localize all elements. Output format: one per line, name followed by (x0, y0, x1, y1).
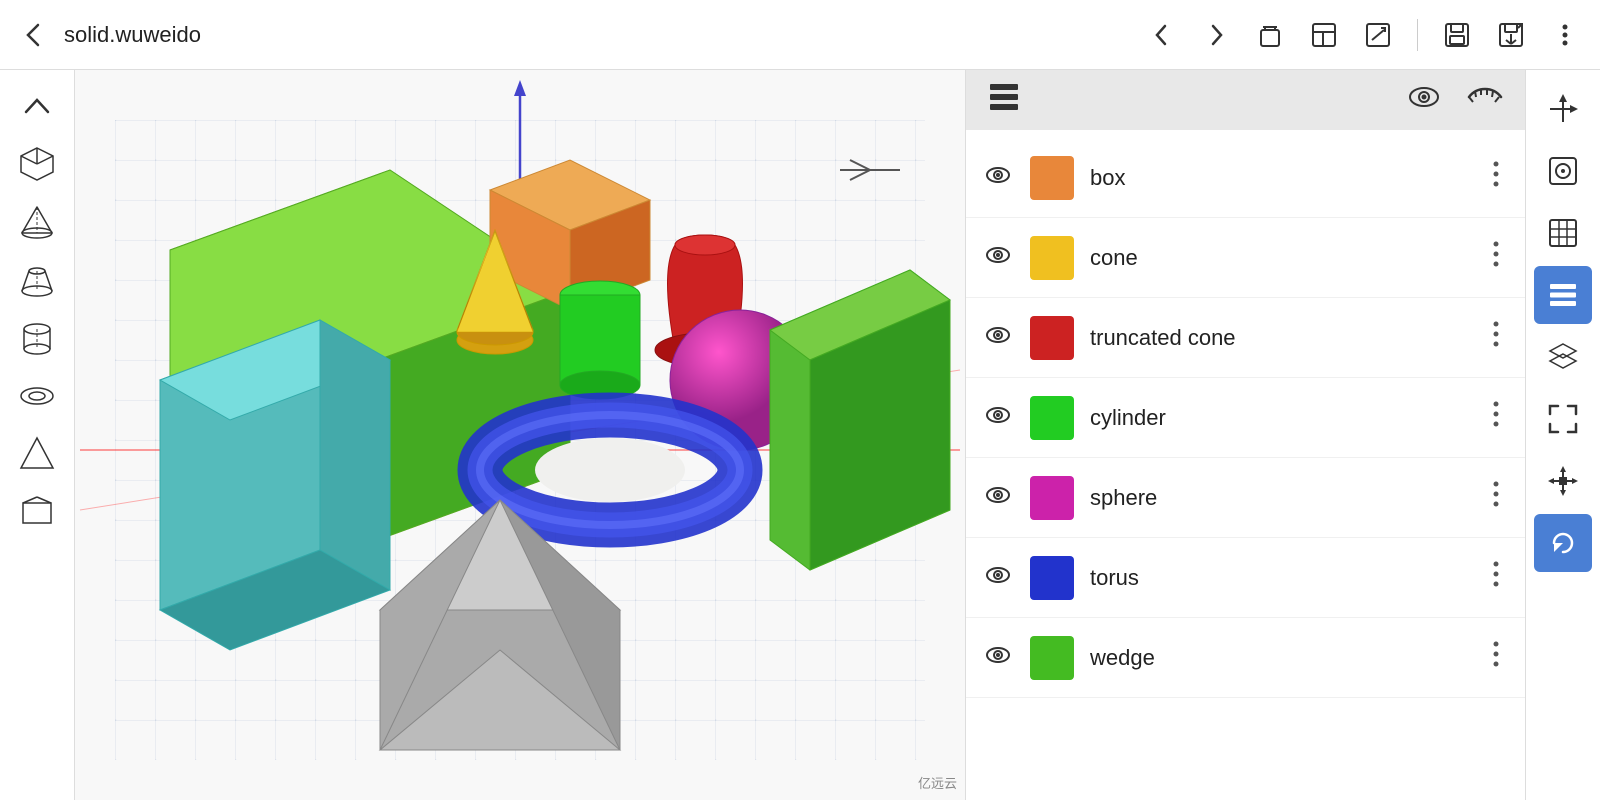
layer-color-swatch (1030, 636, 1074, 680)
layer-name-label: box (1090, 165, 1467, 191)
layer-color-swatch (1030, 316, 1074, 360)
collapse-tool[interactable] (11, 80, 63, 132)
panel-layers-icon (986, 79, 1022, 122)
layer-more-button[interactable] (1483, 474, 1509, 521)
layer-visibility-toggle[interactable] (982, 645, 1014, 671)
layer-color-swatch (1030, 556, 1074, 600)
torus-tool[interactable] (11, 370, 63, 422)
prism-tool[interactable] (11, 428, 63, 480)
frame-tool[interactable] (1534, 390, 1592, 448)
layer-visibility-toggle[interactable] (982, 165, 1014, 191)
layers-tool[interactable] (1534, 266, 1592, 324)
cylinder-tool[interactable] (11, 312, 63, 364)
layer-visibility-toggle[interactable] (982, 245, 1014, 271)
layer-item: cylinder (966, 378, 1525, 458)
truncated-cone-tool[interactable] (11, 254, 63, 306)
layer-more-button[interactable] (1483, 154, 1509, 201)
hide-all-button[interactable] (1465, 85, 1505, 116)
layer-name-label: cone (1090, 245, 1467, 271)
axis-tool[interactable] (1534, 80, 1592, 138)
move-tool[interactable] (1534, 452, 1592, 510)
forward-history-button[interactable] (1201, 20, 1231, 50)
far-right-toolbar (1525, 70, 1600, 800)
layer-item: box (966, 138, 1525, 218)
grid-tool[interactable] (1534, 204, 1592, 262)
layer-item: cone (966, 218, 1525, 298)
box-tool[interactable] (11, 138, 63, 190)
panel-header-left (986, 79, 1022, 122)
layer-item: torus (966, 538, 1525, 618)
layer-more-button[interactable] (1483, 554, 1509, 601)
add-view-button[interactable] (1309, 20, 1339, 50)
panel-header (966, 70, 1525, 130)
export-button[interactable] (1496, 20, 1526, 50)
layer-name-label: sphere (1090, 485, 1467, 511)
layer-item: wedge (966, 618, 1525, 698)
layer-more-button[interactable] (1483, 634, 1509, 681)
layer-more-button[interactable] (1483, 394, 1509, 441)
rotate-tool[interactable] (1534, 514, 1592, 572)
toolbar-separator (1417, 19, 1418, 51)
layer-visibility-toggle[interactable] (982, 325, 1014, 351)
layer-color-swatch (1030, 236, 1074, 280)
canvas-area[interactable]: 亿远云 (75, 70, 965, 800)
scene-svg (75, 70, 965, 800)
search-view-tool[interactable] (1534, 142, 1592, 200)
layer-item: truncated cone (966, 298, 1525, 378)
layer-color-swatch (1030, 396, 1074, 440)
top-bar: solid.wuweido (0, 0, 1600, 70)
more-menu-button[interactable] (1550, 20, 1580, 50)
layer-color-swatch (1030, 156, 1074, 200)
layer-item: sphere (966, 458, 1525, 538)
layer-visibility-toggle[interactable] (982, 405, 1014, 431)
layer-name-label: torus (1090, 565, 1467, 591)
back-history-button[interactable] (1147, 20, 1177, 50)
back-button[interactable] (20, 21, 48, 49)
layer-name-label: truncated cone (1090, 325, 1467, 351)
main-content: 亿远云 (0, 70, 1600, 800)
layer-visibility-toggle[interactable] (982, 485, 1014, 511)
panel-header-right (1407, 85, 1505, 116)
right-panel: box cone (965, 70, 1525, 800)
layer-color-swatch (1030, 476, 1074, 520)
stack-tool[interactable] (1534, 328, 1592, 386)
brand-watermark: 亿远云 (918, 773, 957, 792)
document-title: solid.wuweido (64, 22, 201, 48)
cone-tool[interactable] (11, 196, 63, 248)
layer-list: box cone (966, 130, 1525, 800)
delete-button[interactable] (1255, 20, 1285, 50)
wedge-tool[interactable] (11, 486, 63, 538)
show-all-button[interactable] (1407, 85, 1441, 116)
top-bar-left: solid.wuweido (20, 21, 201, 49)
left-sidebar (0, 70, 75, 800)
edit-button[interactable] (1363, 20, 1393, 50)
layer-name-label: cylinder (1090, 405, 1467, 431)
layer-more-button[interactable] (1483, 314, 1509, 361)
layer-name-label: wedge (1090, 645, 1467, 671)
layer-more-button[interactable] (1483, 234, 1509, 281)
save-button[interactable] (1442, 20, 1472, 50)
layer-visibility-toggle[interactable] (982, 565, 1014, 591)
top-bar-right (1147, 19, 1580, 51)
